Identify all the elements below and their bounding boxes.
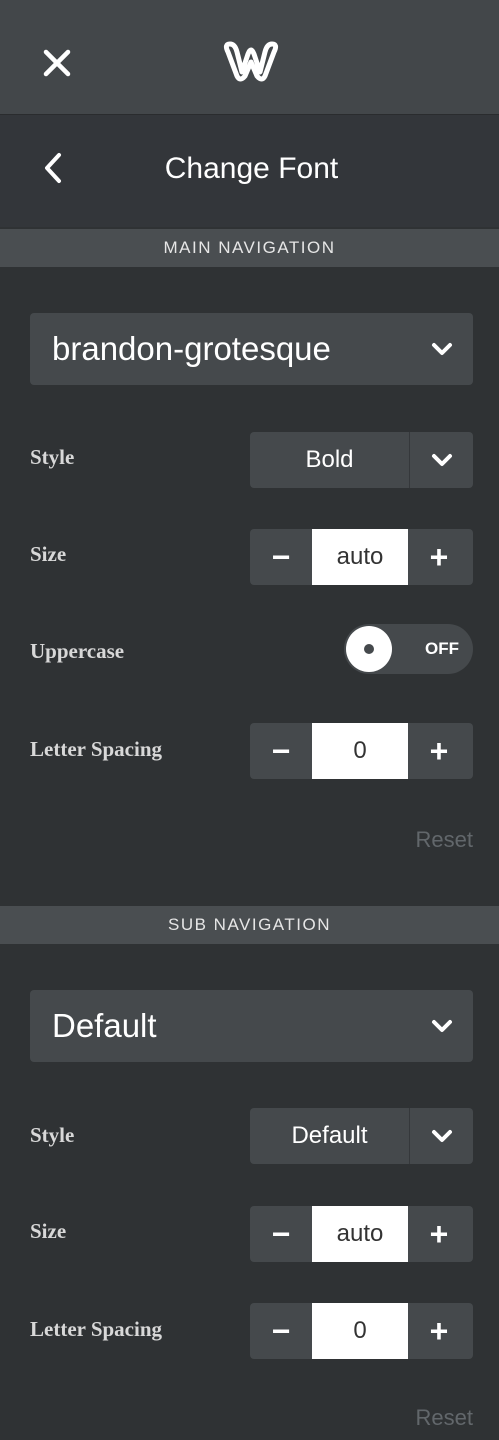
style-dropdown-toggle[interactable] [409,1108,473,1164]
toggle-knob [346,626,392,672]
close-button[interactable] [34,40,80,86]
size-decrement-button[interactable]: − [250,529,312,585]
size-increment-button[interactable]: + [408,529,470,585]
size-label: Size [30,542,67,566]
sub-nav-font-select[interactable]: Default [30,990,473,1062]
style-select-value: Default [291,1122,368,1149]
main-nav-style-select[interactable]: Bold [250,432,473,488]
size-value[interactable]: auto [312,1206,408,1262]
style-dropdown-toggle[interactable] [409,432,473,488]
letter-spacing-increment-button[interactable]: + [408,1303,470,1359]
main-nav-font-select[interactable]: brandon-grotesque [30,313,473,385]
chevron-down-icon [432,1020,452,1032]
size-value[interactable]: auto [312,529,408,585]
chevron-down-icon [431,1130,452,1142]
style-label: Style [30,445,75,469]
letter-spacing-label: Letter Spacing [30,737,163,761]
size-label: Size [30,1219,67,1243]
letter-spacing-value[interactable]: 0 [312,723,408,779]
section-header-sub-navigation: SUB NAVIGATION [0,906,499,944]
section-header-main-navigation: MAIN NAVIGATION [0,229,499,267]
style-label: Style [30,1123,75,1147]
sub-nav-size-stepper: − auto + [250,1206,473,1262]
sub-nav-reset-link[interactable]: Reset [416,1405,473,1431]
uppercase-label: Uppercase [30,639,125,663]
main-nav-reset-link[interactable]: Reset [416,827,473,853]
uppercase-toggle[interactable]: OFF [344,624,473,674]
style-select-value: Bold [305,446,354,473]
main-nav-letter-spacing-stepper: − 0 + [250,723,473,779]
main-nav-size-stepper: − auto + [250,529,473,585]
font-select-value: brandon-grotesque [52,330,331,367]
sub-nav-letter-spacing-stepper: − 0 + [250,1303,473,1359]
size-increment-button[interactable]: + [408,1206,470,1262]
chevron-down-icon [432,343,452,355]
letter-spacing-label: Letter Spacing [30,1317,163,1341]
chevron-down-icon [431,454,452,466]
letter-spacing-decrement-button[interactable]: − [250,1303,312,1359]
page-title: Change Font [164,152,339,185]
toggle-state: OFF [425,639,459,658]
font-select-value: Default [52,1007,157,1044]
size-decrement-button[interactable]: − [250,1206,312,1262]
letter-spacing-value[interactable]: 0 [312,1303,408,1359]
close-icon [43,49,71,77]
letter-spacing-increment-button[interactable]: + [408,723,470,779]
letter-spacing-decrement-button[interactable]: − [250,723,312,779]
sub-nav-style-select[interactable]: Default [250,1108,473,1164]
weebly-logo-icon [220,38,282,88]
